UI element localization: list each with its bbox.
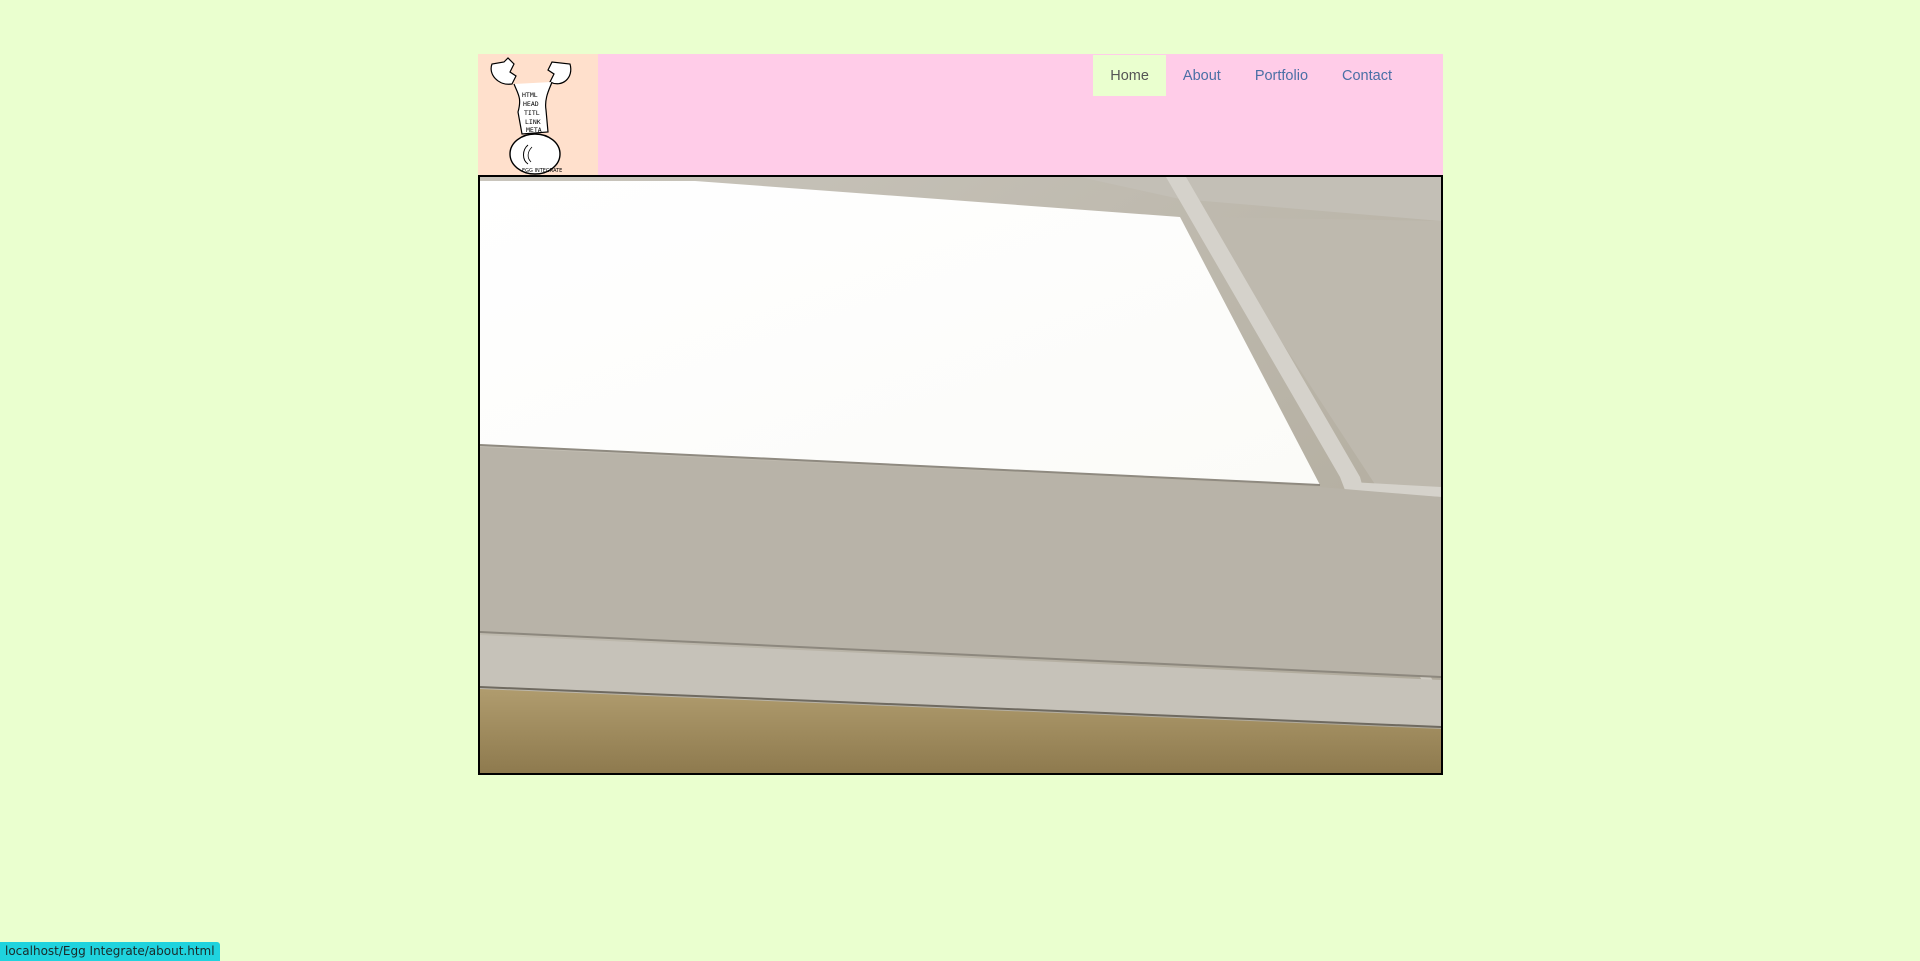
site-container: HTML HEAD TITL LINK META EGG INTEGRATE H… [478, 54, 1443, 775]
logo-line: TITL [524, 109, 540, 117]
nav-portfolio-link[interactable]: Portfolio [1238, 55, 1325, 96]
logo-caption: EGG INTEGRATE [522, 168, 562, 174]
nav-home-link[interactable]: Home [1093, 55, 1166, 96]
logo-line: HEAD [523, 100, 539, 108]
nav-contact-link[interactable]: Contact [1325, 55, 1409, 96]
site-header: HTML HEAD TITL LINK META EGG INTEGRATE H… [478, 54, 1443, 175]
logo-line: META [526, 126, 542, 134]
hero-image [478, 175, 1443, 775]
nav-about-link[interactable]: About [1166, 55, 1238, 96]
logo-line: HTML [522, 91, 538, 99]
main-nav: Home About Portfolio Contact [1093, 55, 1409, 96]
ceiling-light-photo [480, 177, 1441, 773]
status-bar-url: localhost/Egg Integrate/about.html [0, 942, 220, 961]
egg-head-logo-icon: HTML HEAD TITL LINK META EGG INTEGRATE [490, 57, 572, 175]
logo[interactable]: HTML HEAD TITL LINK META EGG INTEGRATE [478, 54, 598, 175]
logo-line: LINK [525, 118, 541, 126]
